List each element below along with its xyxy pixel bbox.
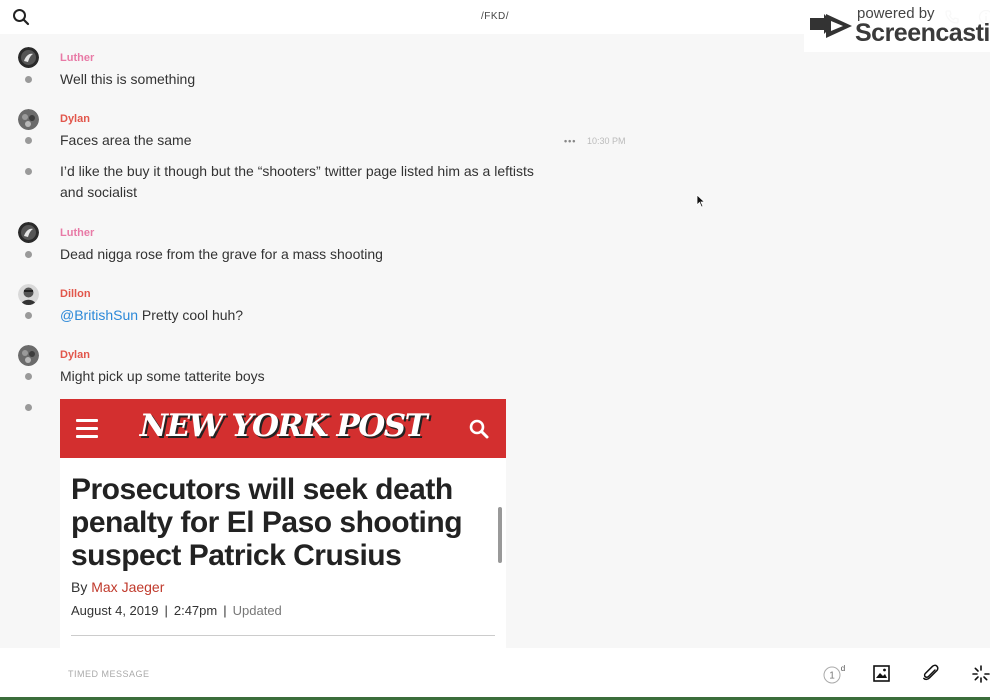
avatar-image xyxy=(18,222,39,243)
search-icon xyxy=(469,419,489,439)
article-author: Max Jaeger xyxy=(91,579,165,595)
avatar-dylan[interactable] xyxy=(18,345,39,366)
nypost-logo: NEW YORK POST xyxy=(139,408,428,444)
timer-icon[interactable]: 1 d xyxy=(822,664,848,684)
message-text: Might pick up some tatterite boys xyxy=(60,368,265,384)
scrollbar xyxy=(498,507,502,563)
message-dot xyxy=(25,137,32,144)
message-input[interactable]: TIMED MESSAGE xyxy=(68,669,150,679)
message-composer: TIMED MESSAGE 1 d xyxy=(0,648,990,700)
message-author[interactable]: Dylan xyxy=(60,349,90,361)
message-author[interactable]: Dillon xyxy=(60,288,91,300)
article-date: August 4, 2019 xyxy=(71,603,159,618)
avatar-dylan[interactable] xyxy=(18,109,39,130)
message-dot xyxy=(25,168,32,175)
message-text-body: Pretty cool huh? xyxy=(138,307,244,323)
timer-unit: d xyxy=(841,664,845,673)
message-tools: ••• 10:30 PM xyxy=(564,136,626,146)
timer-value: 1 xyxy=(829,671,835,682)
message-author[interactable]: Dylan xyxy=(60,113,90,125)
message-text: Faces area the same xyxy=(60,132,192,148)
article-updated: Updated xyxy=(232,603,282,618)
user-mention[interactable]: @BritishSun xyxy=(60,307,138,323)
separator: | xyxy=(223,603,227,618)
message-text: Well this is something xyxy=(60,71,196,87)
nypost-header: NEW YORK POST xyxy=(60,399,506,458)
avatar-image xyxy=(18,284,39,305)
image-icon[interactable] xyxy=(873,665,890,682)
article-headline: Prosecutors will seek death penalty for … xyxy=(71,473,463,572)
divider xyxy=(71,635,495,636)
message-dot xyxy=(25,76,32,83)
more-options-icon[interactable]: ••• xyxy=(564,136,576,146)
article-image-attachment[interactable]: NEW YORK POST Prosecutors will seek deat… xyxy=(60,399,506,648)
message-text: @BritishSun Pretty cool huh? xyxy=(60,305,560,326)
avatar-luther[interactable] xyxy=(18,222,39,243)
byline-prefix: By xyxy=(71,579,92,595)
attachment-icon[interactable] xyxy=(922,664,940,683)
message-dot xyxy=(25,404,32,411)
message-author[interactable]: Luther xyxy=(60,227,94,239)
avatar-image xyxy=(18,109,39,130)
message-text: I’d like the buy it though but the “shoo… xyxy=(60,163,534,200)
avatar-image xyxy=(18,47,39,68)
message-dot xyxy=(25,251,32,258)
avatar-dillon[interactable] xyxy=(18,284,39,305)
message-author[interactable]: Luther xyxy=(60,52,94,64)
article-dateline: August 4, 2019 | 2:47pm | Updated xyxy=(71,603,282,618)
message-dot xyxy=(25,312,32,319)
message-timestamp: 10:30 PM xyxy=(586,136,626,146)
message-dot xyxy=(25,373,32,380)
avatar-image xyxy=(18,345,39,366)
effects-icon[interactable] xyxy=(972,665,990,683)
mouse-cursor-icon xyxy=(696,194,706,208)
article-byline: By Max Jaeger xyxy=(71,579,164,595)
message-text: Dead nigga rose from the grave for a mas… xyxy=(60,246,383,262)
separator: | xyxy=(164,603,168,618)
avatar-luther[interactable] xyxy=(18,47,39,68)
article-time: 2:47pm xyxy=(173,603,218,618)
